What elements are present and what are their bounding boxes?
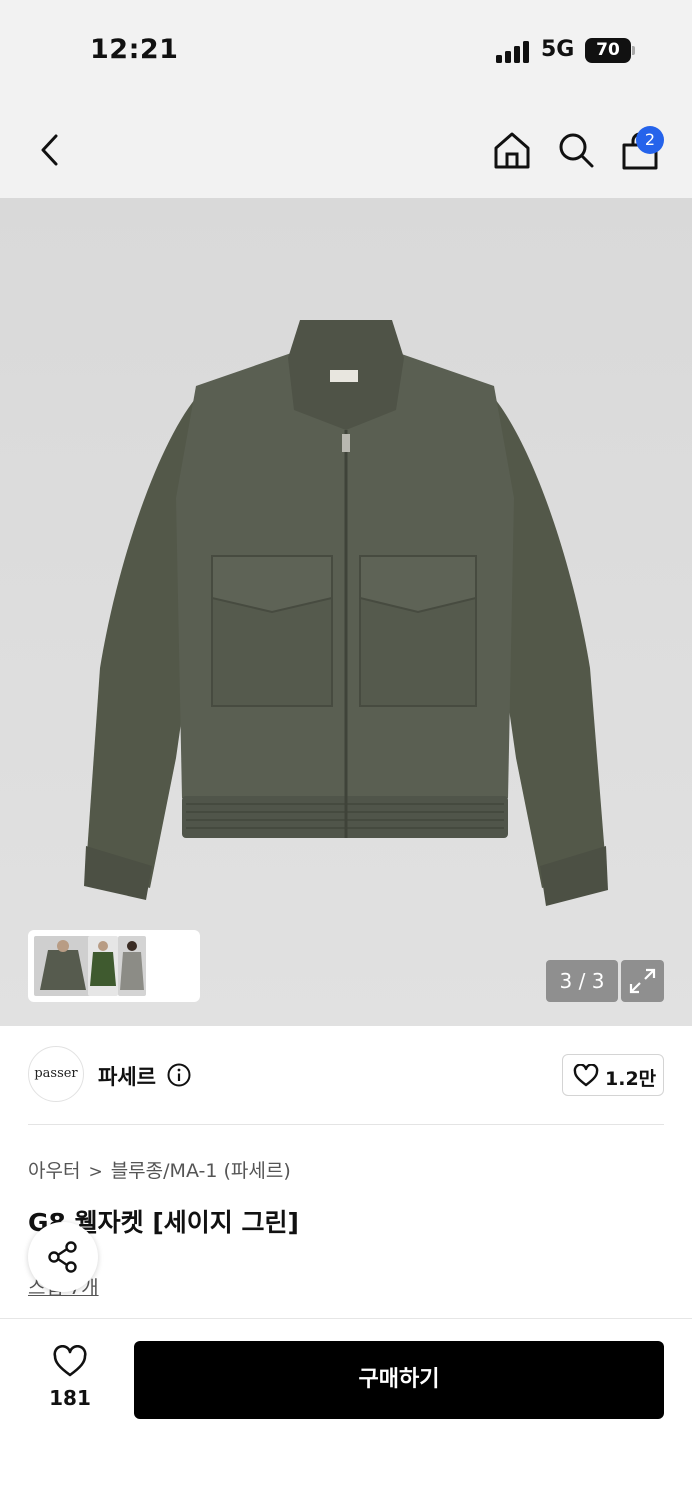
- thumbnail-1[interactable]: [34, 936, 92, 996]
- search-icon[interactable]: [556, 130, 596, 170]
- breadcrumb-item-blouson[interactable]: 블루종/MA-1 (파세르): [111, 1160, 291, 1182]
- breadcrumb: 아우터 > 블루종/MA-1 (파세르): [28, 1156, 291, 1183]
- image-counter: 3 / 3: [546, 960, 618, 1002]
- back-icon[interactable]: [34, 130, 66, 170]
- expand-icon: [629, 968, 656, 994]
- breadcrumb-item-outer[interactable]: 아우터: [28, 1160, 80, 1182]
- chevron-right-icon: >: [88, 1162, 103, 1182]
- heart-icon[interactable]: [52, 1345, 88, 1379]
- battery-level: 70: [596, 40, 620, 60]
- status-bar: 12:21 5G 70: [0, 0, 692, 100]
- signal-icon: [496, 41, 532, 63]
- divider: [28, 1124, 664, 1125]
- thumbnail-strip: [28, 930, 200, 1002]
- heart-icon: [573, 1064, 599, 1087]
- battery-tip: [632, 46, 635, 55]
- brand-like-button[interactable]: 1.2만: [562, 1054, 664, 1096]
- thumbnail-2[interactable]: [88, 936, 118, 996]
- product-image[interactable]: [0, 198, 692, 1026]
- wish-count: 181: [49, 1386, 91, 1410]
- info-icon[interactable]: [167, 1063, 191, 1087]
- home-icon[interactable]: [492, 130, 532, 170]
- buy-button[interactable]: 구매하기: [134, 1341, 664, 1419]
- jacket-illustration: [0, 198, 692, 1026]
- brand-like-count: 1.2만: [605, 1068, 657, 1090]
- thumbnail-3[interactable]: [118, 936, 146, 996]
- brand-logo[interactable]: passer: [28, 1046, 84, 1102]
- share-icon: [48, 1241, 77, 1273]
- battery-icon: 70: [585, 38, 631, 63]
- expand-button[interactable]: [621, 960, 664, 1002]
- status-time: 12:21: [90, 34, 179, 65]
- cart-count-badge: 2: [636, 126, 664, 154]
- brand-name[interactable]: 파세르: [98, 1061, 156, 1091]
- network-label: 5G: [541, 37, 575, 62]
- share-button[interactable]: [28, 1222, 98, 1292]
